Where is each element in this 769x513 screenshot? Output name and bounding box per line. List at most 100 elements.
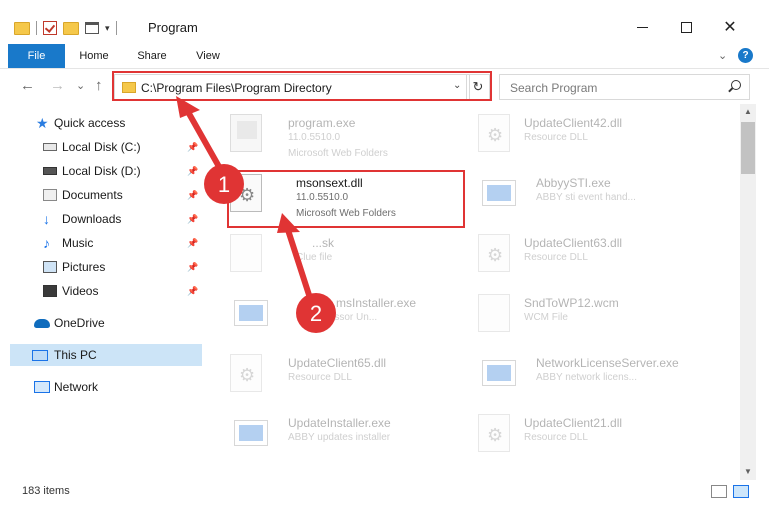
documents-icon — [43, 189, 57, 201]
vertical-scrollbar[interactable]: ▲ ▼ — [740, 104, 756, 480]
toolbar-divider — [115, 21, 117, 35]
file-item[interactable]: UpdateInstaller.exe ABBY updates install… — [230, 412, 460, 468]
scroll-down-arrow-icon[interactable]: ▼ — [740, 464, 756, 480]
toolbar-divider — [36, 21, 37, 35]
file-type: Clue file — [296, 252, 333, 263]
dll-icon — [230, 354, 262, 392]
file-name: UpdateClient21.dll — [524, 416, 623, 430]
sidebar-item-network[interactable]: Network — [0, 376, 202, 398]
sidebar-item-local-disk-d[interactable]: Local Disk (D:) 📌 — [0, 160, 202, 182]
sidebar-item-downloads[interactable]: ↓ Downloads 📌 — [0, 208, 202, 230]
recent-locations-chevron-icon[interactable]: ⌄ — [76, 79, 85, 92]
drive-icon — [43, 143, 57, 151]
tab-view[interactable]: View — [186, 44, 230, 68]
file-name: AbbyySTI.exe — [536, 176, 611, 190]
sidebar-item-label: Pictures — [62, 260, 106, 274]
sidebar-item-music[interactable]: ♪ Music 📌 — [0, 232, 202, 254]
file-description: ...ssor Un... — [326, 312, 378, 323]
new-folder-icon[interactable] — [63, 21, 79, 35]
file-item[interactable]: SndToWP12.wcm WCM File — [478, 292, 728, 348]
file-name: UpdateInstaller.exe — [288, 416, 391, 430]
file-name: UpdateClient63.dll — [524, 236, 623, 250]
maximize-icon — [680, 21, 692, 33]
address-bar-highlight — [112, 71, 492, 101]
file-type: Resource DLL — [288, 372, 352, 383]
file-description: ABBY sti event hand... — [536, 192, 636, 203]
file-name: UpdateClient65.dll — [288, 356, 387, 370]
file-type: WCM File — [524, 312, 568, 323]
up-arrow-icon[interactable]: ↑ — [95, 77, 103, 94]
minimize-icon — [636, 26, 648, 28]
search-icon[interactable] — [731, 80, 741, 90]
file-name: NetworkLicenseServer.exe — [536, 356, 679, 370]
sidebar-item-documents[interactable]: Documents 📌 — [0, 184, 202, 206]
file-name: program.exe — [288, 116, 356, 130]
file-item[interactable]: AbbyySTI.exe ABBY sti event hand... — [478, 172, 728, 228]
selected-file-highlight — [227, 170, 465, 228]
sidebar-item-quick-access[interactable]: ★ Quick access — [0, 112, 202, 134]
file-item[interactable]: program.exe 11.0.5510.0 Microsoft Web Fo… — [230, 112, 460, 168]
file-item[interactable]: UpdateClient63.dll Resource DLL — [478, 232, 728, 288]
wizard-icon — [230, 114, 262, 152]
close-button[interactable]: ✕ — [710, 14, 750, 40]
ribbon-collapse-chevron-icon[interactable]: ⌄ — [718, 49, 727, 62]
network-icon — [34, 381, 50, 393]
quick-access-toolbar: ▾ — [14, 18, 117, 38]
details-view-icon[interactable] — [711, 485, 727, 498]
maximize-button[interactable] — [666, 14, 706, 40]
file-list: program.exe 11.0.5510.0 Microsoft Web Fo… — [210, 104, 740, 480]
sidebar-item-local-disk-c[interactable]: Local Disk (C:) 📌 — [0, 136, 202, 158]
close-icon: ✕ — [723, 19, 737, 36]
file-name: SndToWP12.wcm — [524, 296, 619, 310]
sidebar-item-onedrive[interactable]: OneDrive — [0, 312, 202, 334]
navigation-pane: ★ Quick access Local Disk (C:) 📌 Local D… — [0, 104, 210, 480]
large-icons-view-icon[interactable] — [733, 485, 749, 498]
star-icon: ★ — [36, 115, 49, 131]
dll-icon — [478, 234, 510, 272]
customize-toolbar-chevron-icon[interactable]: ▾ — [105, 23, 110, 34]
scrollbar-thumb[interactable] — [741, 122, 755, 174]
title-bar: ▾ Program ✕ — [0, 0, 769, 44]
back-arrow-icon[interactable]: ← — [20, 77, 35, 94]
file-type: Resource DLL — [524, 132, 588, 143]
minimize-button[interactable] — [622, 14, 662, 40]
sidebar-item-pictures[interactable]: Pictures 📌 — [0, 256, 202, 278]
sidebar-item-label: Music — [62, 236, 94, 250]
search-input[interactable]: Search Program — [499, 74, 750, 100]
scroll-up-arrow-icon[interactable]: ▲ — [740, 104, 756, 120]
file-item[interactable]: UpdateClient42.dll Resource DLL — [478, 112, 728, 168]
file-item[interactable]: UpdateClient21.dll Resource DLL — [478, 412, 728, 468]
properties-check-icon[interactable] — [43, 21, 57, 35]
sidebar-item-videos[interactable]: Videos 📌 — [0, 280, 202, 302]
pin-icon: 📌 — [187, 141, 199, 152]
dll-icon — [478, 114, 510, 152]
download-icon: ↓ — [43, 211, 50, 227]
sidebar-item-this-pc[interactable]: This PC — [10, 344, 202, 366]
exe-icon — [482, 360, 516, 386]
videos-icon — [43, 285, 57, 297]
file-item[interactable]: UpdateClient65.dll Resource DLL — [230, 352, 460, 408]
sidebar-item-label: Local Disk (C:) — [62, 140, 141, 154]
customize-view-icon[interactable] — [85, 22, 99, 34]
file-name: UpdateClient42.dll — [524, 116, 623, 130]
file-type: Resource DLL — [524, 252, 588, 263]
exe-icon — [234, 300, 268, 326]
help-icon[interactable]: ? — [738, 48, 753, 63]
file-item[interactable]: ...msInstaller.exe ...ssor Un... — [230, 292, 460, 348]
tab-share[interactable]: Share — [130, 44, 174, 68]
pin-icon: 📌 — [187, 285, 199, 296]
sidebar-item-label: Local Disk (D:) — [62, 164, 141, 178]
exe-icon — [234, 420, 268, 446]
document-icon — [478, 294, 510, 332]
file-item[interactable]: ...sk Clue file — [230, 232, 460, 288]
exe-icon — [482, 180, 516, 206]
window-title: Program — [148, 20, 198, 35]
forward-arrow-icon[interactable]: → — [50, 77, 65, 94]
pictures-icon — [43, 261, 57, 273]
file-version: 11.0.5510.0 — [288, 132, 341, 143]
tab-home[interactable]: Home — [72, 44, 116, 68]
file-item[interactable]: NetworkLicenseServer.exe ABBY network li… — [478, 352, 728, 408]
pin-icon: 📌 — [187, 165, 199, 176]
sidebar-item-label: OneDrive — [54, 316, 105, 330]
file-type: Resource DLL — [524, 432, 588, 443]
